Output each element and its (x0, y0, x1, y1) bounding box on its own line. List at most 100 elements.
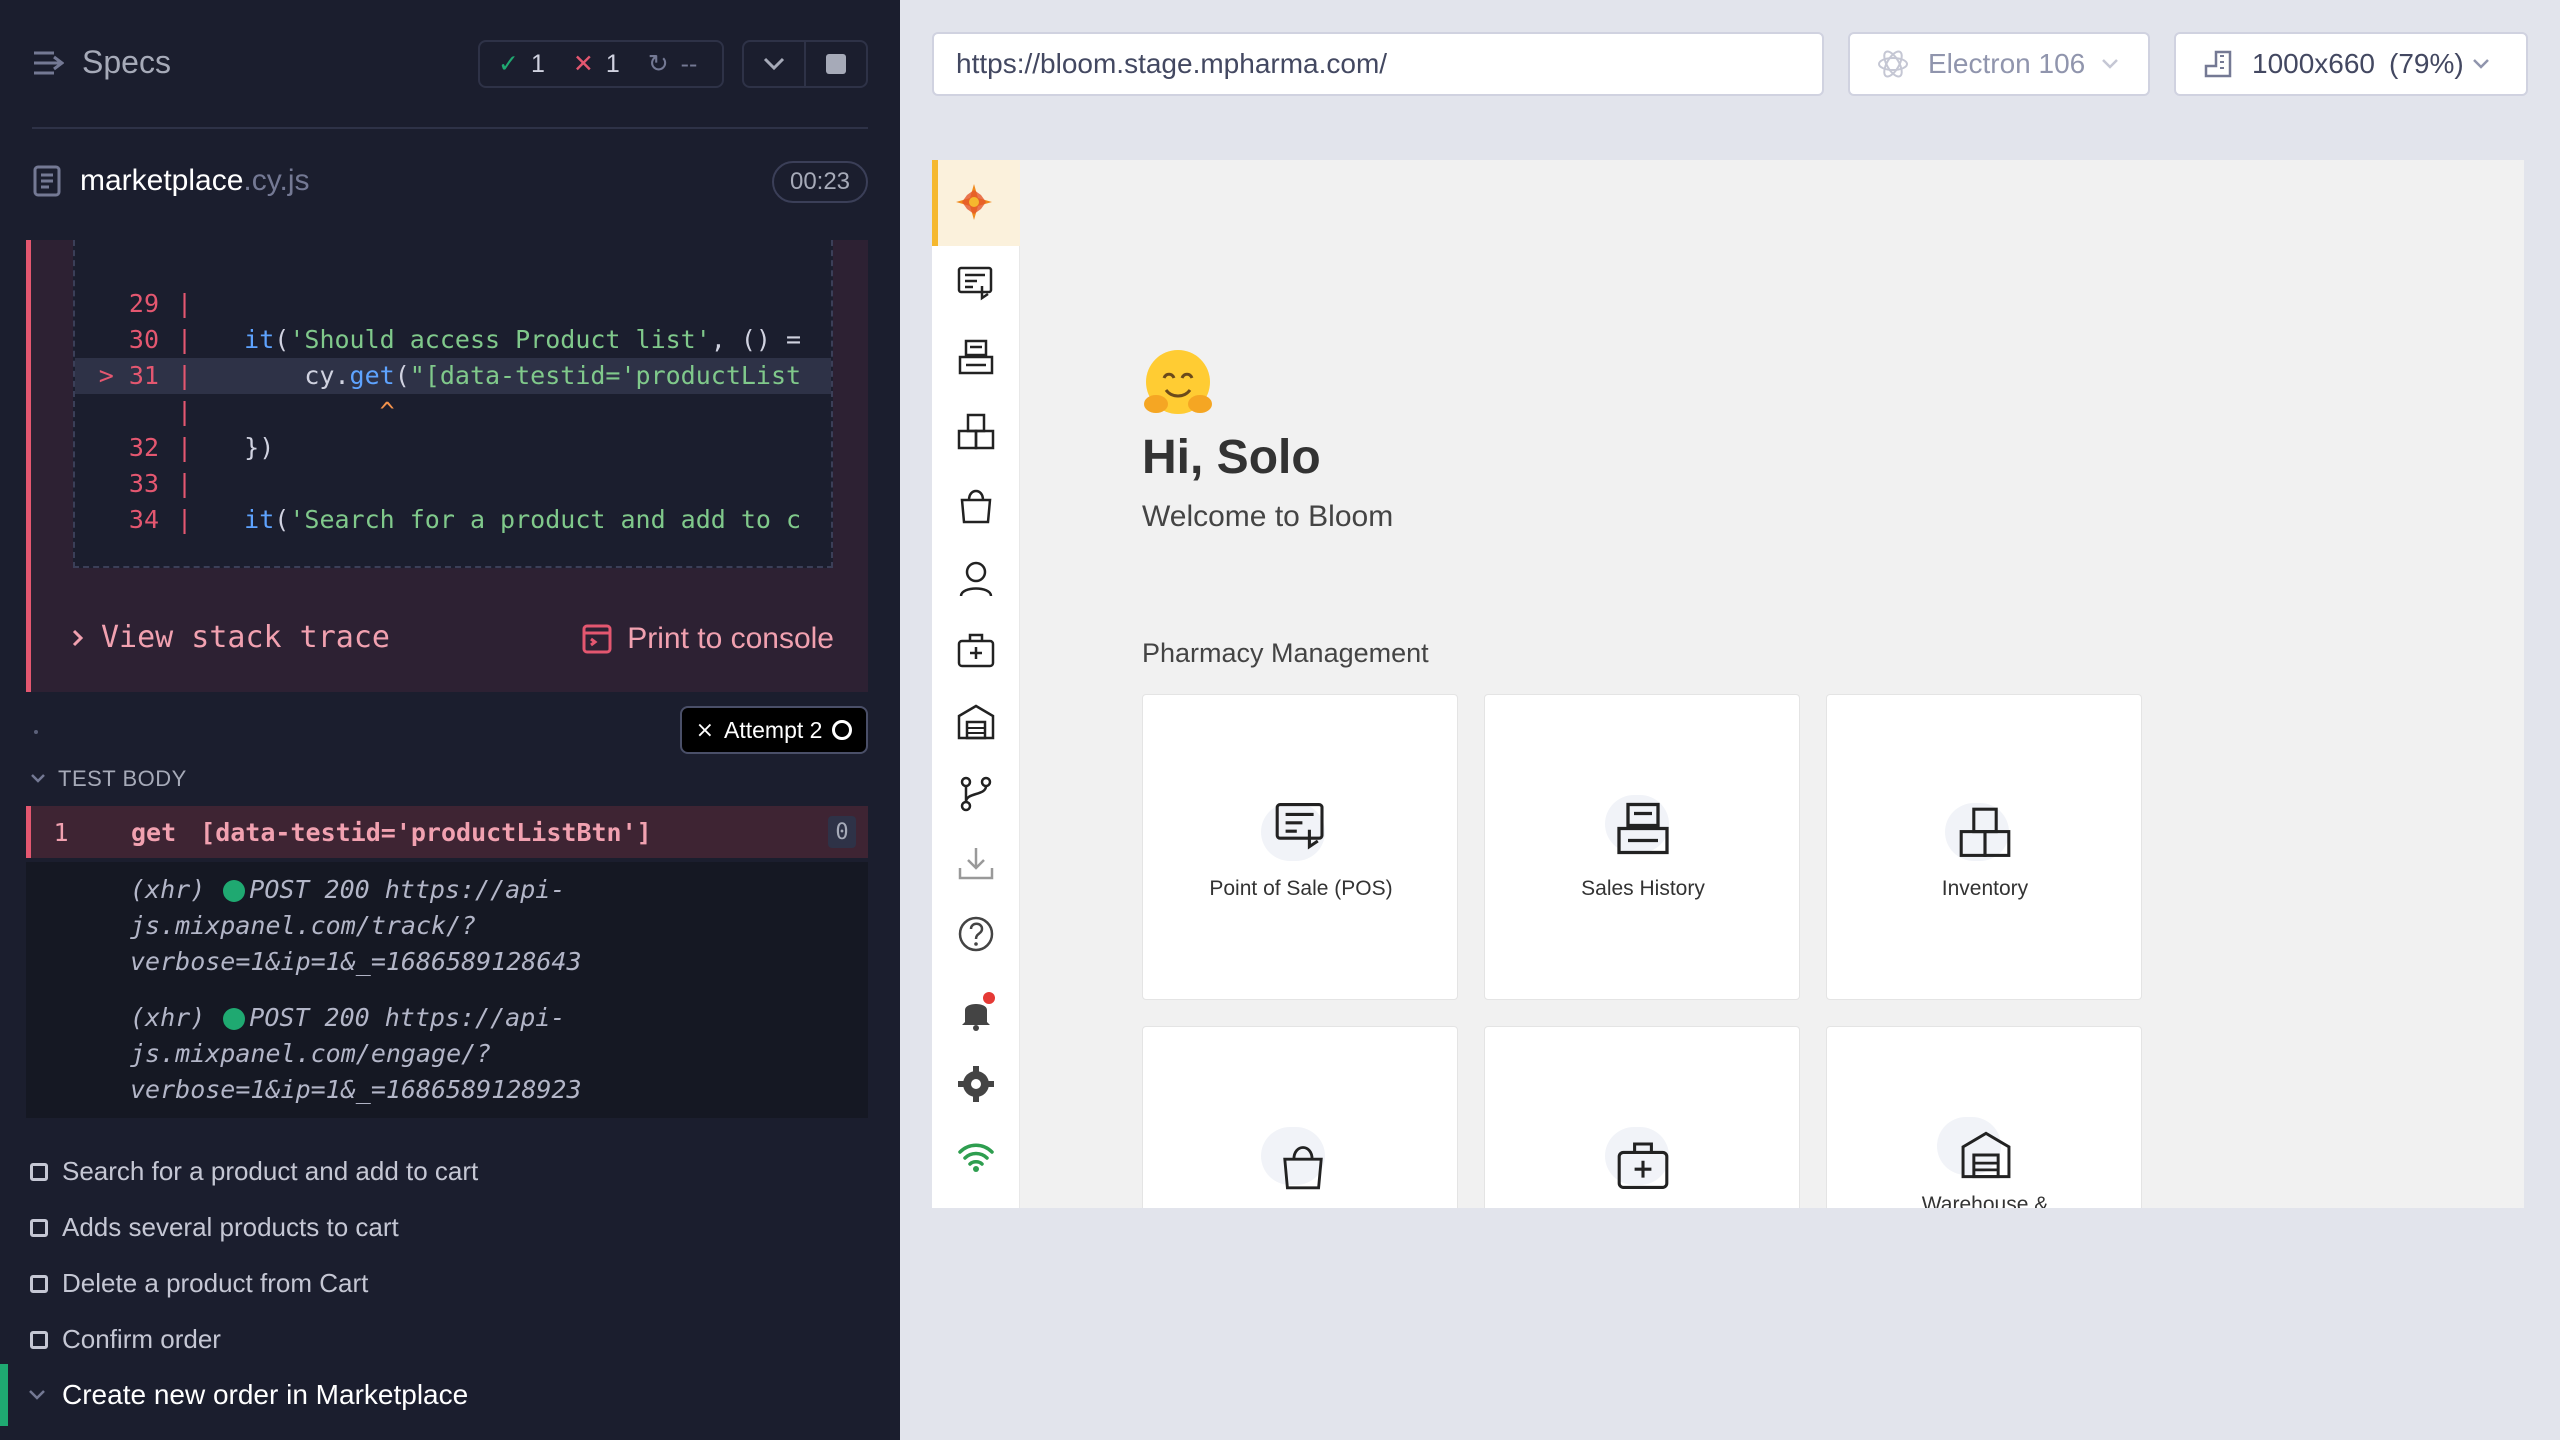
code-line: 32 | }) (128, 433, 275, 462)
failed-count: 1 (605, 49, 620, 78)
test-body-header[interactable]: TEST BODY (30, 766, 187, 792)
specs-menu-icon (34, 51, 64, 74)
test-pending-icon (30, 1274, 48, 1293)
viewport-label: 1000x660 (2252, 48, 2376, 79)
cypress-runner-panel: Specs ✓ 1 ✕ 1 ↻ -- marketplace .cy.js 00:… (0, 0, 900, 1440)
command-name: get (131, 817, 177, 847)
test-pending-icon (30, 1330, 48, 1349)
spec-file-name: marketplace (80, 164, 244, 197)
test-stats: ✓ 1 ✕ 1 ↻ -- (478, 40, 724, 88)
hugging-face-emoji (1144, 350, 1212, 414)
attempt-label: Attempt 2 (724, 716, 823, 743)
medical-kit-icon[interactable] (956, 630, 996, 670)
bloom-logo-icon[interactable] (954, 182, 994, 222)
browser-selector[interactable]: Electron 106 (1848, 32, 2150, 96)
help-icon[interactable] (956, 914, 996, 954)
url-bar[interactable]: https://bloom.stage.mpharma.com/ (932, 32, 1824, 96)
print-to-console-label: Print to console (627, 622, 834, 655)
welcome-text: Welcome to Bloom (1142, 500, 1394, 533)
command-number: 1 (53, 817, 69, 847)
command-selector: [data-testid='productListBtn'] (200, 817, 652, 847)
shopping-bag-icon (1283, 1146, 1323, 1190)
print-to-console-button[interactable]: Print to console (581, 622, 834, 656)
warehouse-icon[interactable] (956, 702, 996, 742)
code-line: 30 | it('Should access Product list', () … (128, 325, 802, 354)
xhr-log: (xhr) POST 200 https://api- js.mixpanel.c… (26, 862, 868, 1118)
stop-button[interactable] (804, 40, 868, 88)
suite-title: Create new order in Marketplace (62, 1379, 469, 1410)
inventory-icon[interactable] (956, 412, 996, 452)
chevron-right-icon (72, 629, 84, 646)
warehouse-card[interactable]: Warehouse & (1826, 1026, 2142, 1208)
code-line: | ^ (177, 397, 395, 426)
test-pending-icon (30, 1162, 48, 1181)
sales-history-card[interactable]: Sales History (1484, 694, 1800, 1000)
download-tray-icon[interactable] (956, 844, 996, 884)
bloom-app: Hi, Solo Welcome to Bloom Pharmacy Manag… (932, 160, 2524, 1208)
command-count-badge: 0 (828, 816, 856, 848)
customer-icon[interactable] (956, 558, 996, 598)
status-dot-icon (223, 1008, 246, 1030)
test-item[interactable]: Confirm order (30, 1324, 221, 1355)
code-line: 33 | (128, 469, 193, 498)
shopping-bag-icon[interactable] (956, 486, 996, 526)
passed-icon: ✓ (498, 50, 519, 78)
chevron-down-icon (31, 774, 45, 783)
card-label: Warehouse & (1921, 1193, 2049, 1208)
view-stack-trace-label: View stack trace (101, 620, 390, 655)
spec-file: marketplace .cy.js (32, 164, 310, 198)
chevron-down-icon (29, 1390, 45, 1400)
zoom-label: (79%) (2389, 48, 2464, 79)
spinner-icon (832, 720, 853, 740)
medical-card[interactable] (1484, 1026, 1800, 1208)
card-label: Sales History (1581, 877, 1705, 900)
failed-icon: ✕ (572, 50, 594, 78)
greeting: Hi, Solo (1142, 431, 1321, 484)
document-icon (33, 165, 61, 197)
inventory-card[interactable]: Inventory (1826, 694, 2142, 1000)
suite-status-bar (0, 1364, 8, 1426)
suite-row[interactable]: Create new order in Marketplace (0, 1364, 900, 1426)
specs-header[interactable]: Specs (32, 44, 171, 81)
code-line: 29 | (128, 289, 193, 318)
code-frame: 29 | 30 | it('Should access Product list',… (73, 240, 833, 568)
command-row-failed[interactable]: 1 get [data-testid='productListBtn'] 0 (26, 806, 868, 858)
pos-card[interactable]: Point of Sale (POS) (1142, 694, 1458, 1000)
xhr-entry[interactable]: (xhr) POST 200 https://api- js.mixpanel.c… (130, 872, 582, 980)
pending-count: -- (680, 49, 698, 78)
divider (32, 127, 868, 129)
pos-icon[interactable] (956, 264, 996, 304)
chevron-down-icon (763, 57, 785, 71)
wifi-icon (958, 1143, 994, 1172)
warehouse-icon (1961, 1131, 2011, 1179)
pending-icon: ↻ (647, 50, 669, 78)
bell-icon[interactable] (956, 992, 996, 1032)
inventory-icon (1959, 807, 2011, 857)
attempt-badge[interactable]: ⨯ Attempt 2 (680, 706, 868, 754)
marketplace-card[interactable] (1142, 1026, 1458, 1208)
git-branch-icon[interactable] (956, 774, 996, 814)
card-label: Point of Sale (POS) (1209, 877, 1393, 900)
terminal-icon (582, 624, 612, 654)
view-stack-trace-button[interactable]: View stack trace (71, 620, 390, 655)
chevron-down-icon (2472, 59, 2489, 69)
viewport-selector[interactable]: 1000x660 (79%) (2174, 32, 2528, 96)
spec-file-ext: .cy.js (243, 164, 310, 197)
browser-label: Electron 106 (1928, 48, 2086, 79)
electron-icon (1878, 50, 1908, 78)
status-dot-icon (223, 880, 246, 902)
gear-icon[interactable] (956, 1064, 996, 1104)
app-sidebar (932, 160, 1020, 1208)
spec-duration: 00:23 (772, 161, 868, 203)
test-item[interactable]: Search for a product and add to cart (30, 1156, 478, 1187)
sales-history-icon[interactable] (956, 338, 996, 378)
pos-icon (1275, 803, 1324, 850)
expand-button[interactable] (742, 40, 806, 88)
xhr-entry[interactable]: (xhr) POST 200 https://api- js.mixpanel.c… (130, 1000, 582, 1108)
stop-icon (826, 54, 846, 74)
code-line: 34 | it('Search for a product and add to … (128, 505, 802, 534)
test-item[interactable]: Delete a product from Cart (30, 1268, 368, 1299)
collapse-icon: ⨯ (695, 717, 714, 742)
specs-title: Specs (82, 44, 171, 80)
test-item[interactable]: Adds several products to cart (30, 1212, 399, 1243)
